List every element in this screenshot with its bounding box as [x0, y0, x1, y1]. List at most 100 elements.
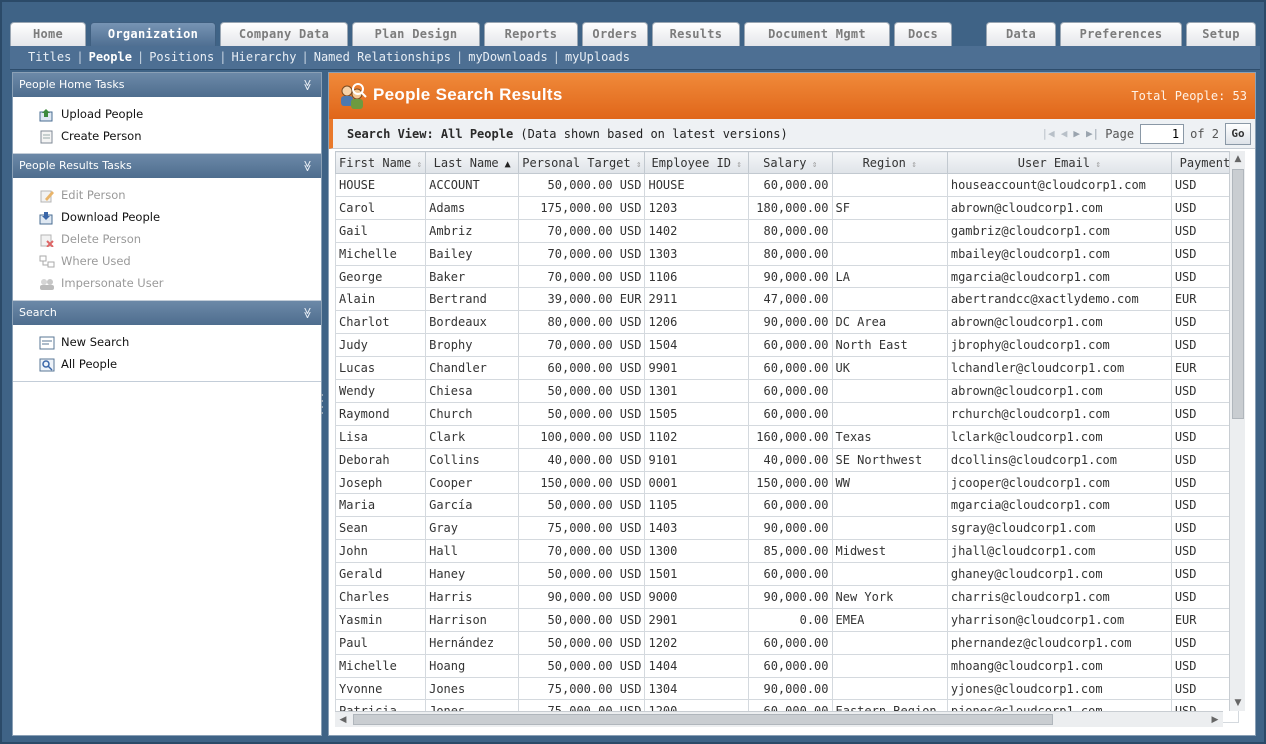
scroll-down-icon[interactable]: ▼ [1230, 695, 1246, 711]
tab-company-data[interactable]: Company Data [220, 22, 348, 46]
page-number-input[interactable] [1140, 124, 1185, 144]
left-task-panel: People Home Tasks ≫ Upload People Create Pe… [12, 72, 322, 736]
cell-region: LA [831, 264, 948, 289]
tab-organization[interactable]: Organization [90, 22, 216, 46]
sort-icon[interactable]: ⇕ [411, 160, 422, 170]
table-row[interactable]: John Hall 70,000.00 USD 1300 85,000.00 Midwes… [335, 539, 1239, 564]
cell-region [831, 401, 948, 426]
tab-plan-design[interactable]: Plan Design [352, 22, 480, 46]
results-header: People Search Results Total People: 53 [329, 73, 1255, 119]
table-row[interactable]: Yvonne Jones 75,000.00 USD 1304 90,000.00 yjo… [335, 676, 1239, 701]
cell-personal-target: 75,000.00 USD [518, 516, 646, 541]
table-row[interactable]: Sean Gray 75,000.00 USD 1403 90,000.00 sgray@… [335, 516, 1239, 541]
tab-home[interactable]: Home [10, 22, 86, 46]
task-create-person[interactable]: Create Person [39, 125, 321, 147]
sort-icon[interactable]: ⇕ [731, 160, 741, 170]
table-row[interactable]: Carol Adams 175,000.00 USD 1203 180,000.00 SF… [335, 195, 1239, 220]
first-page-icon[interactable]: |◀ [1041, 119, 1054, 149]
tab-docs[interactable]: Docs [894, 22, 952, 46]
table-row[interactable]: Charles Harris 90,000.00 USD 9000 90,000.00 N… [335, 585, 1239, 609]
table-row[interactable]: Gerald Haney 50,000.00 USD 1501 60,000.00 gha… [335, 562, 1239, 587]
scroll-up-icon[interactable]: ▲ [1230, 151, 1246, 167]
sort-icon[interactable]: ⇕ [806, 160, 817, 170]
table-row[interactable]: Yasmin Harrison 50,000.00 USD 2901 0.00 EMEA y… [335, 607, 1239, 632]
panel-header-people-home-tasks[interactable]: People Home Tasks ≫ [13, 73, 321, 97]
cell-last-name: ACCOUNT [425, 173, 520, 197]
cell-salary: 160,000.00 [747, 424, 833, 449]
prev-page-icon[interactable]: ◀ [1061, 119, 1068, 149]
table-row[interactable]: Charlot Bordeaux 80,000.00 USD 1206 90,000.0… [335, 310, 1239, 335]
panel-splitter-handle[interactable] [320, 392, 324, 422]
subnav-link-myuploads[interactable]: myUploads [565, 50, 630, 64]
table-row[interactable]: HOUSE ACCOUNT 50,000.00 USD HOUSE 60,000.00 h… [335, 173, 1239, 197]
cell-last-name: Jones [425, 676, 520, 701]
task-upload-people[interactable]: Upload People [39, 103, 321, 125]
task-label: Create Person [61, 129, 142, 143]
table-row[interactable]: Maria García 50,000.00 USD 1105 60,000.00 mga… [335, 493, 1239, 518]
cell-salary: 150,000.00 [747, 470, 833, 495]
collapse-chevron-icon[interactable]: ≫ [295, 160, 319, 172]
tab-setup[interactable]: Setup [1186, 22, 1256, 46]
task-label: New Search [61, 335, 130, 349]
last-page-icon[interactable]: ▶| [1086, 119, 1099, 149]
table-row[interactable]: Wendy Chiesa 50,000.00 USD 1301 60,000.00 abr… [335, 379, 1239, 403]
column-header-user-email[interactable]: User Email ⇕ [946, 151, 1172, 174]
column-header-label: Payment [1179, 155, 1231, 170]
table-row[interactable]: Paul Hernández 50,000.00 USD 1202 60,000.00 p… [335, 630, 1239, 655]
task-new-search[interactable]: New Search [39, 331, 321, 353]
column-header-salary[interactable]: Salary ⇕ [747, 151, 833, 174]
column-header-employee-id[interactable]: Employee ID ⇕ [644, 151, 749, 174]
tab-data[interactable]: Data [986, 22, 1056, 46]
subnav-link-positions[interactable]: Positions [149, 50, 214, 64]
cell-last-name: Bordeaux [425, 310, 520, 335]
vertical-scroll-thumb[interactable] [1232, 169, 1244, 419]
go-button[interactable]: Go [1225, 123, 1251, 145]
table-row[interactable]: Michelle Hoang 50,000.00 USD 1404 60,000.00 m… [335, 653, 1239, 678]
tab-results[interactable]: Results [652, 22, 740, 46]
vertical-scrollbar[interactable]: ▲ ▼ [1229, 151, 1245, 711]
tab-preferences[interactable]: Preferences [1060, 22, 1182, 46]
panel-header-search[interactable]: Search ≫ [13, 301, 321, 325]
tab-orders[interactable]: Orders [582, 22, 648, 46]
next-page-icon[interactable]: ▶ [1073, 119, 1080, 149]
search-view-bar: Search View: All People (Data shown base… [329, 119, 1255, 149]
cell-region [831, 241, 948, 266]
table-row[interactable]: Raymond Church 50,000.00 USD 1505 60,000.00 r… [335, 401, 1239, 426]
table-row[interactable]: Gail Ambriz 70,000.00 USD 1402 80,000.00 gamb… [335, 218, 1239, 243]
subnav-link-mydownloads[interactable]: myDownloads [468, 50, 547, 64]
sort-icon[interactable]: ⇕ [631, 160, 641, 170]
collapse-chevron-icon[interactable]: ≫ [295, 307, 319, 319]
scroll-left-icon[interactable]: ◀ [335, 712, 351, 728]
sort-icon[interactable]: ⇕ [1090, 160, 1100, 170]
subnav-link-titles[interactable]: Titles [28, 50, 71, 64]
column-header-personal-target[interactable]: Personal Target ⇕ [518, 151, 646, 174]
panel-header-people-results-tasks[interactable]: People Results Tasks ≫ [13, 154, 321, 178]
collapse-chevron-icon[interactable]: ≫ [295, 79, 319, 91]
column-header-last-name[interactable]: Last Name ▲ [425, 151, 520, 174]
horizontal-scroll-thumb[interactable] [353, 714, 1053, 725]
cell-employee-id: 9901 [644, 356, 749, 381]
table-row[interactable]: Michelle Bailey 70,000.00 USD 1303 80,000.00… [335, 241, 1239, 266]
table-row[interactable]: Judy Brophy 70,000.00 USD 1504 60,000.00 Nort… [335, 333, 1239, 358]
subnav-link-named-relationships[interactable]: Named Relationships [314, 50, 451, 64]
tab-document-mgmt[interactable]: Document Mgmt [744, 22, 890, 46]
subnav-link-hierarchy[interactable]: Hierarchy [231, 50, 296, 64]
column-header-first-name[interactable]: First Name ⇕ [335, 151, 427, 174]
table-row[interactable]: George Baker 70,000.00 USD 1106 90,000.00 LA m… [335, 264, 1239, 289]
table-row[interactable]: Lucas Chandler 60,000.00 USD 9901 60,000.00 U… [335, 356, 1239, 381]
sub-navigation: Titles | People | Positions | Hierarchy | Named … [10, 46, 1260, 70]
table-row[interactable]: Lisa Clark 100,000.00 USD 1102 160,000.00 Tex… [335, 424, 1239, 449]
sort-icon[interactable]: ⇕ [906, 160, 916, 170]
sort-ascending-icon[interactable]: ▲ [499, 159, 511, 170]
table-row[interactable]: Deborah Collins 40,000.00 USD 9101 40,000.00… [335, 447, 1239, 472]
tab-reports[interactable]: Reports [484, 22, 578, 46]
table-row[interactable]: Alain Bertrand 39,000.00 EUR 2911 47,000.00 a… [335, 287, 1239, 312]
subnav-link-people[interactable]: People [89, 50, 132, 64]
column-header-region[interactable]: Region ⇕ [831, 151, 948, 174]
scroll-right-icon[interactable]: ▶ [1207, 712, 1223, 728]
table-row[interactable]: Joseph Cooper 150,000.00 USD 0001 150,000.00… [335, 470, 1239, 495]
task-all-people[interactable]: All People [39, 353, 321, 375]
horizontal-scrollbar[interactable]: ◀ ▶ [335, 711, 1223, 727]
cell-personal-target: 50,000.00 USD [518, 653, 646, 678]
task-download-people[interactable]: Download People [39, 206, 321, 228]
